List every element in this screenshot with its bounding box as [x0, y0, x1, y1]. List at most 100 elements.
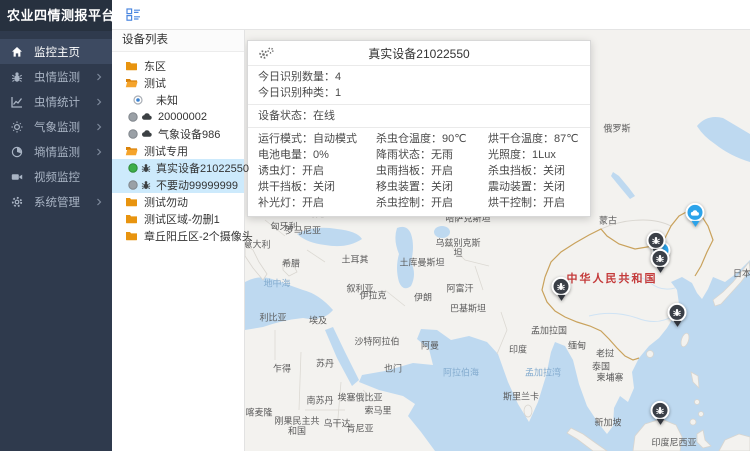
insect-device-marker[interactable]: [668, 303, 687, 327]
insect-device-marker[interactable]: [651, 249, 670, 273]
popup-title: 真实设备21022550: [368, 45, 469, 62]
marker-tail: [656, 267, 664, 273]
tree-item-label: 章丘阳丘区-2个摄像头: [144, 228, 253, 244]
marker-tail: [656, 419, 664, 425]
status-dot-grey: [128, 129, 138, 139]
moisture-icon: [11, 146, 25, 158]
tree-folder[interactable]: 测试区域-勿删1: [112, 210, 244, 227]
marker-tail: [557, 295, 565, 301]
sidebar-item-weather-monitor[interactable]: 气象监测: [0, 114, 112, 139]
country-label: 斯里兰卡: [503, 390, 539, 403]
map-aral-sea: [434, 226, 450, 238]
device-list-toggle-icon[interactable]: [126, 8, 141, 21]
country-label: 伊朗: [414, 291, 432, 304]
country-label: 索马里: [364, 404, 391, 417]
tree-device[interactable]: 真实设备21022550: [112, 159, 244, 176]
device-panel: 设备列表 东区测试未知 20000002 气象设备986测试专用真实设备210225…: [112, 30, 245, 451]
sidebar-item-insect-stats[interactable]: 虫情统计: [0, 89, 112, 114]
popup-device-status: 设备状态：在线: [248, 108, 590, 124]
bug-icon: [141, 163, 151, 173]
tree-item-label: 测试区域-勿删1: [144, 211, 220, 227]
chevron-right-icon: [95, 148, 103, 156]
country-label: 印度: [509, 343, 527, 356]
country-label: 也门: [384, 362, 402, 375]
folder-open-icon: [125, 145, 138, 156]
popup-field: 杀虫仓温度：90℃: [366, 131, 478, 147]
bug-icon: [141, 180, 151, 190]
sidebar: 农业四情测报平台 监控主页虫情监测虫情统计气象监测墒情监测视频监控系统管理: [0, 0, 112, 451]
popup-field: 补光灯：开启: [248, 195, 366, 211]
insect-device-marker[interactable]: [651, 401, 670, 425]
bug-icon: [656, 406, 665, 415]
tree-device[interactable]: 不要动99999999: [112, 176, 244, 193]
sidebar-item-system-admin[interactable]: 系统管理: [0, 189, 112, 214]
tree-item-label: 测试: [144, 75, 166, 91]
tree-item-label: 不要动99999999: [156, 177, 238, 193]
popup-stats-section: 今日识别数量：4 今日识别种类：1: [248, 66, 590, 105]
chevron-right-icon: [95, 198, 103, 206]
tree-item-label: 20000002: [158, 111, 207, 123]
tree-device[interactable]: 气象设备986: [112, 125, 244, 142]
map-canvas[interactable]: 俄罗斯哈萨克斯坦蒙古日本中华人民共和国捷克乌克兰匈牙利罗马尼亚意大利希腊土耳其叙…: [245, 30, 750, 451]
bug-icon: [673, 308, 682, 317]
marker-tail: [673, 321, 681, 327]
country-label: 新加坡: [594, 416, 621, 429]
status-dot-green: [128, 163, 138, 173]
sidebar-item-monitor-home[interactable]: 监控主页: [0, 39, 112, 64]
marker-head: [647, 231, 666, 250]
tree-folder[interactable]: 测试: [112, 74, 244, 91]
folder-closed-icon: [125, 196, 138, 207]
bug-icon: [11, 71, 25, 83]
app-title: 农业四情测报平台: [0, 0, 112, 31]
topbar: [112, 0, 750, 30]
status-dot-grey: [128, 112, 138, 122]
weather-device-marker[interactable]: [686, 203, 705, 227]
sea-label: 孟加拉湾: [525, 366, 561, 379]
folder-closed-icon: [125, 230, 138, 241]
country-label: 苏丹: [316, 357, 334, 370]
device-panel-title: 设备列表: [112, 30, 244, 52]
country-label: 蒙古: [599, 214, 617, 227]
sidebar-item-soil-monitor[interactable]: 墒情监测: [0, 139, 112, 164]
chevron-right-icon: [95, 73, 103, 81]
cloud-icon: [141, 129, 153, 138]
status-dot-grey: [128, 180, 138, 190]
country-label: 乌兹别克斯坦: [434, 238, 482, 258]
country-label: 阿曼: [421, 339, 439, 352]
tree-item-label: 东区: [144, 58, 166, 74]
chart-icon: [11, 96, 25, 108]
country-label: 利比亚: [259, 311, 286, 324]
country-label: 乍得: [273, 362, 291, 375]
tree-device[interactable]: 未知: [112, 91, 244, 108]
tree-item-label: 真实设备21022550: [156, 160, 249, 176]
sidebar-item-label: 虫情统计: [34, 94, 95, 110]
tree-folder[interactable]: 测试专用: [112, 142, 244, 159]
sidebar-item-label: 气象监测: [34, 119, 95, 135]
popup-detail-grid: 运行模式：自动模式杀虫仓温度：90℃烘干仓温度：87℃电池电量：0%降雨状态：无…: [248, 128, 590, 216]
marker-head: [668, 303, 687, 322]
country-label: 刚果民主共和国: [273, 416, 321, 436]
popup-field: 诱虫灯：开启: [248, 163, 366, 179]
popup-field: 杀虫控制：开启: [366, 195, 478, 211]
video-icon: [11, 171, 25, 183]
tree-device[interactable]: 20000002: [112, 108, 244, 125]
map-hainan: [647, 351, 654, 358]
tree-folder[interactable]: 测试勿动: [112, 193, 244, 210]
tree-folder[interactable]: 东区: [112, 57, 244, 74]
country-label: 俄罗斯: [603, 122, 630, 135]
chevron-right-icon: [95, 123, 103, 131]
app-root: 农业四情测报平台 监控主页虫情监测虫情统计气象监测墒情监测视频监控系统管理 设备…: [0, 0, 750, 451]
country-label-china: 中华人民共和国: [567, 270, 658, 286]
sidebar-item-label: 视频监控: [34, 169, 103, 185]
tree-item-label: 测试勿动: [144, 194, 188, 210]
insect-device-marker[interactable]: [552, 277, 571, 301]
folder-open-icon: [125, 77, 138, 88]
sidebar-item-insect-monitor[interactable]: 虫情监测: [0, 64, 112, 89]
sidebar-item-video-monitor[interactable]: 视频监控: [0, 164, 112, 189]
country-label: 孟加拉国: [531, 324, 567, 337]
tree-folder[interactable]: 章丘阳丘区-2个摄像头: [112, 227, 244, 244]
device-tree: 东区测试未知 20000002 气象设备986测试专用真实设备21022550不要动…: [112, 52, 244, 244]
country-label: 阿富汗: [446, 282, 473, 295]
popup-field: 烘干控制：开启: [478, 195, 590, 211]
settings-gears-icon[interactable]: [257, 46, 275, 61]
